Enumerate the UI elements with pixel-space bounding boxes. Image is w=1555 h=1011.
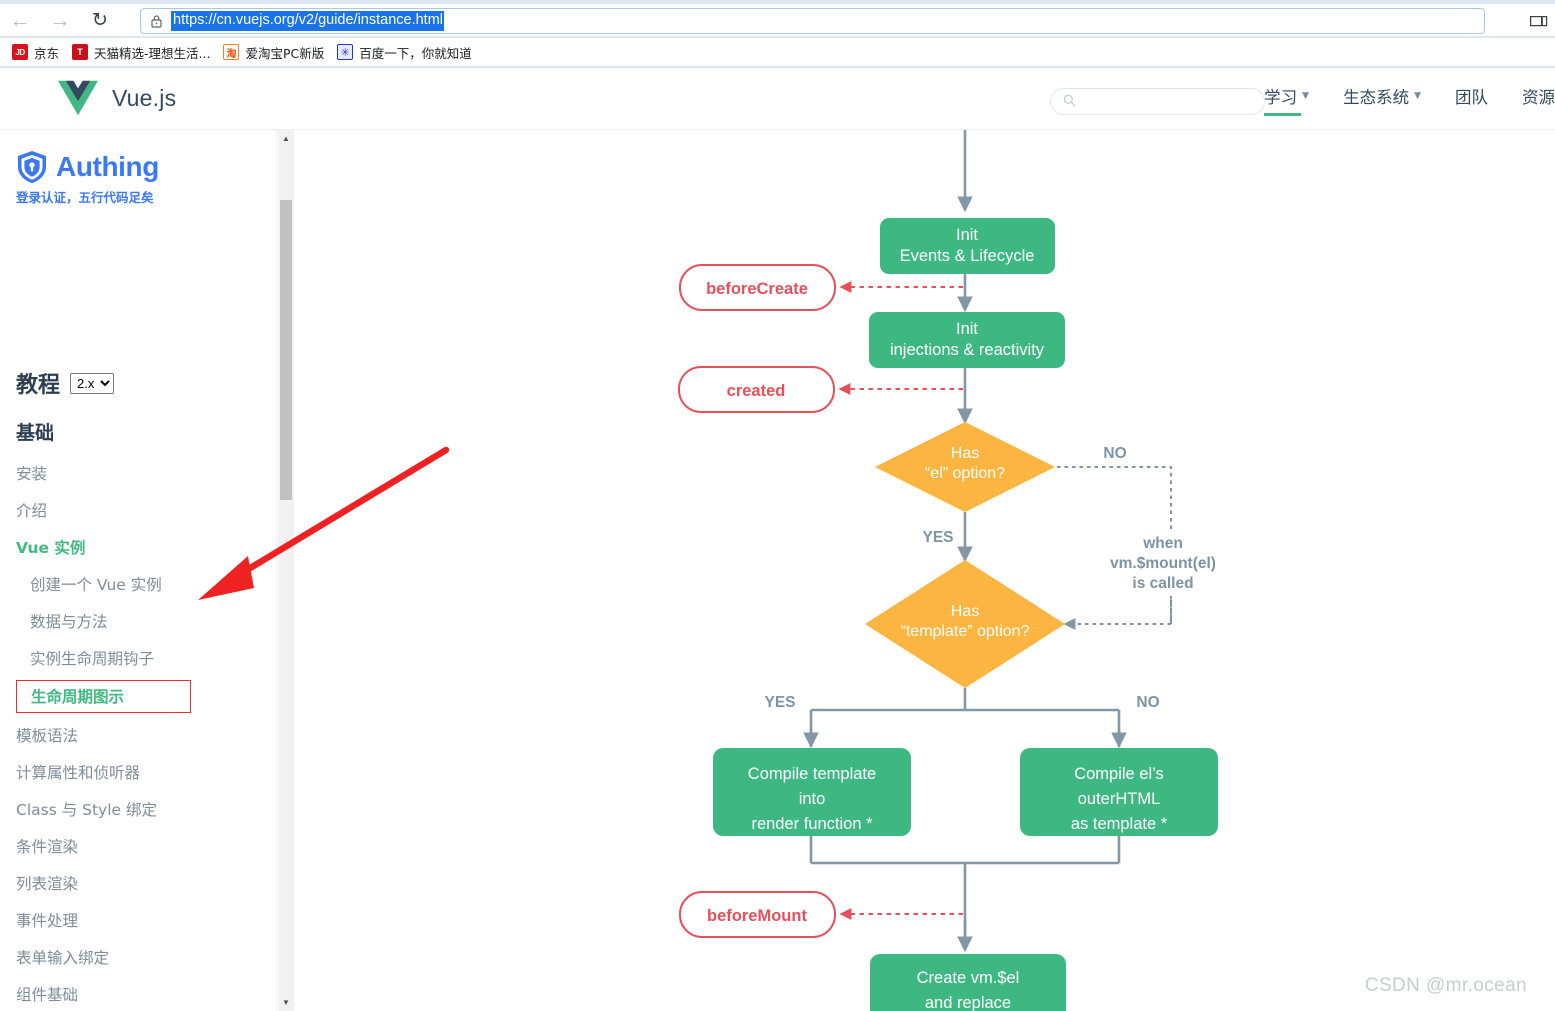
nav-item-team[interactable]: 团队 — [1455, 84, 1488, 116]
svg-text:as template *: as template * — [1071, 815, 1168, 833]
svg-text:“template” option?: “template” option? — [901, 623, 1030, 640]
bookmark-item[interactable]: 淘 爱淘宝PC新版 — [219, 40, 333, 64]
sidebar-item-vue-instance[interactable]: Vue 实例 — [0, 529, 276, 566]
search-box[interactable] — [1050, 88, 1265, 115]
svg-text:YES: YES — [922, 529, 953, 546]
bookmark-label: 百度一下，你就知道 — [359, 45, 472, 61]
brand-logo-link[interactable]: Vue.js — [58, 80, 176, 116]
authing-brand: Authing — [56, 151, 159, 182]
vue-logo-icon — [58, 80, 98, 116]
jd-favicon: JD — [12, 44, 28, 60]
svg-text:Init: Init — [956, 226, 978, 244]
scroll-up-arrow-icon[interactable]: ▲ — [278, 130, 294, 147]
svg-text:Compile template: Compile template — [748, 765, 876, 783]
svg-text:Create vm.$el: Create vm.$el — [917, 969, 1020, 987]
sidebar-ad-authing[interactable]: Authing 登录认证，五行代码足矣 — [16, 150, 159, 206]
nav-item-label: 资源 — [1522, 88, 1555, 107]
tmall-favicon: T — [72, 44, 89, 60]
sidebar-item-create-instance[interactable]: 创建一个 Vue 实例 — [0, 566, 276, 603]
taobao-favicon: 淘 — [223, 44, 240, 60]
sidebar-item-install[interactable]: 安装 — [0, 455, 276, 492]
sidebar-item-event-handling[interactable]: 事件处理 — [0, 902, 276, 939]
search-input[interactable] — [1076, 94, 1241, 109]
browser-chrome: ← → ↻ https://cn.vuejs.org/v2/guide/inst… — [0, 0, 1555, 68]
browser-toolbar: ← → ↻ https://cn.vuejs.org/v2/guide/inst… — [0, 4, 1555, 36]
restore-window-icon[interactable] — [1530, 14, 1550, 30]
sidebar-item-intro[interactable]: 介绍 — [0, 492, 276, 529]
tutorial-header: 教程 2.x — [16, 367, 115, 399]
content-area: Init Events & Lifecycle beforeCreate Ini… — [295, 130, 1555, 1011]
sidebar-nav: 基础 安装 介绍 Vue 实例 创建一个 Vue 实例 数据与方法 实例生命周期… — [0, 410, 276, 1011]
bookmark-item[interactable]: T 天猫精选-理想生活... — [68, 40, 219, 64]
sidebar-item-conditional[interactable]: 条件渲染 — [0, 828, 276, 865]
svg-text:outerHTML: outerHTML — [1078, 790, 1161, 808]
bookmark-item[interactable]: JD 京东 — [8, 40, 68, 64]
svg-text:Has: Has — [951, 603, 979, 620]
svg-text:Has: Has — [951, 445, 979, 462]
sidebar-item-class-style[interactable]: Class 与 Style 绑定 — [0, 791, 276, 828]
page-viewport: Vue.js 学习 ▼ 生态系统 ▼ 团队 资源 Authing 登录认证，五行… — [0, 68, 1555, 1011]
sidebar-scrollbar[interactable]: ▲ ▼ — [278, 130, 294, 1011]
sidebar-item-components-basics[interactable]: 组件基础 — [0, 976, 276, 1011]
main-nav: 学习 ▼ 生态系统 ▼ 团队 资源 — [1264, 84, 1555, 116]
watermark: CSDN @mr.ocean — [1364, 975, 1527, 996]
nav-item-label: 生态系统 — [1343, 88, 1410, 107]
svg-text:created: created — [727, 382, 786, 400]
nav-item-label: 学习 — [1264, 88, 1298, 107]
nav-item-ecosystem[interactable]: 生态系统 ▼ — [1343, 84, 1421, 116]
version-select[interactable]: 2.x — [70, 372, 115, 394]
svg-text:NO: NO — [1103, 445, 1126, 462]
svg-text:render function *: render function * — [751, 815, 873, 833]
bookmark-label: 天猫精选-理想生活... — [94, 45, 211, 61]
svg-text:when: when — [1142, 535, 1183, 552]
svg-text:“el” option?: “el” option? — [925, 465, 1005, 482]
authing-shield-icon — [18, 151, 46, 183]
nav-item-resources[interactable]: 资源 — [1522, 84, 1555, 116]
svg-text:and replace: and replace — [925, 994, 1011, 1011]
vue-lifecycle-diagram: Init Events & Lifecycle beforeCreate Ini… — [678, 130, 1218, 1011]
address-bar[interactable]: https://cn.vuejs.org/v2/guide/instance.h… — [140, 8, 1485, 34]
sidebar-scrollbar-thumb[interactable] — [280, 200, 292, 500]
svg-text:is called: is called — [1132, 575, 1193, 592]
address-bar-url[interactable]: https://cn.vuejs.org/v2/guide/instance.h… — [171, 11, 445, 31]
svg-text:into: into — [799, 790, 826, 808]
site-header: Vue.js 学习 ▼ 生态系统 ▼ 团队 资源 — [0, 68, 1555, 130]
svg-text:Compile el’s: Compile el’s — [1074, 765, 1164, 783]
svg-text:NO: NO — [1136, 694, 1159, 711]
baidu-favicon: ✳ — [337, 44, 354, 60]
sidebar-item-lifecycle-diagram[interactable]: 生命周期图示 — [16, 680, 192, 713]
sidebar: Authing 登录认证，五行代码足矣 教程 2.x 基础 安装 介绍 Vue … — [0, 130, 277, 1011]
bookmarks-bar: JD 京东 T 天猫精选-理想生活... 淘 爱淘宝PC新版 ✳ 百度一下，你就… — [0, 38, 1555, 66]
bookmark-label: 京东 — [34, 45, 60, 61]
svg-text:beforeMount: beforeMount — [707, 907, 807, 925]
svg-text:beforeCreate: beforeCreate — [706, 280, 808, 298]
brand-name: Vue.js — [112, 84, 177, 111]
bookmark-item[interactable]: ✳ 百度一下，你就知道 — [333, 40, 481, 64]
back-arrow-icon[interactable]: ← — [0, 4, 40, 36]
svg-text:vm.$mount(el): vm.$mount(el) — [1110, 555, 1216, 572]
sidebar-item-template-syntax[interactable]: 模板语法 — [0, 717, 276, 754]
sidebar-item-form-binding[interactable]: 表单输入绑定 — [0, 939, 276, 976]
authing-tagline: 登录认证，五行代码足矣 — [16, 190, 154, 205]
chevron-down-icon: ▼ — [1414, 91, 1421, 101]
sidebar-item-lifecycle-hooks[interactable]: 实例生命周期钩子 — [0, 640, 276, 677]
chevron-down-icon: ▼ — [1302, 91, 1310, 101]
svg-text:YES: YES — [764, 694, 795, 711]
svg-text:Events & Lifecycle: Events & Lifecycle — [900, 247, 1035, 265]
sidebar-item-list-rendering[interactable]: 列表渲染 — [0, 865, 276, 902]
scroll-down-arrow-icon[interactable]: ▼ — [278, 994, 294, 1011]
nav-item-label: 团队 — [1455, 88, 1488, 107]
page-title: 教程 — [16, 373, 61, 398]
lock-icon[interactable] — [141, 14, 171, 28]
forward-arrow-icon[interactable]: → — [40, 4, 80, 36]
svg-text:Init: Init — [956, 320, 978, 338]
reload-icon[interactable]: ↻ — [80, 4, 120, 36]
svg-text:injections & reactivity: injections & reactivity — [890, 341, 1045, 359]
sidebar-section-title: 基础 — [16, 422, 55, 444]
bookmark-label: 爱淘宝PC新版 — [245, 45, 325, 61]
search-icon — [1063, 94, 1076, 110]
sidebar-item-computed-watchers[interactable]: 计算属性和侦听器 — [0, 754, 276, 791]
sidebar-item-data-methods[interactable]: 数据与方法 — [0, 603, 276, 640]
nav-item-learn[interactable]: 学习 ▼ — [1264, 84, 1309, 116]
